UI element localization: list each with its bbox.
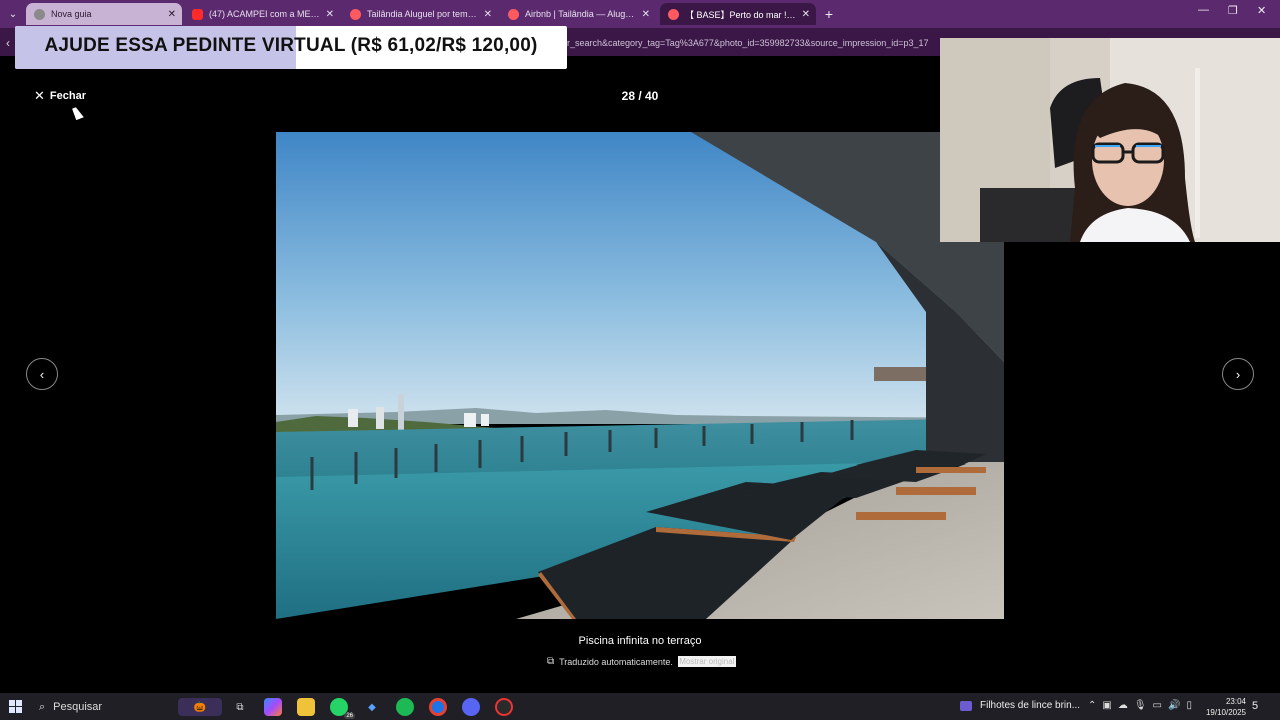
tab-airbnb-thailand-rentals[interactable]: Airbnb | Tailândia — Aluguéis ✕ <box>500 3 656 25</box>
airbnb-favicon-icon <box>350 8 361 20</box>
show-original-link[interactable]: Mostrar original <box>677 656 736 667</box>
display-icon[interactable]: ▭ <box>1153 700 1162 711</box>
listing-photo <box>276 132 1004 619</box>
discord-icon[interactable] <box>462 698 480 716</box>
cloud-icon[interactable]: ☁ <box>1118 700 1128 711</box>
translation-notice: ⧉ Traduzido automaticamente. Mostrar ori… <box>547 656 736 667</box>
system-tray: ⌃ ▣ ☁ 🎙 ▭ 🔊 ▯ <box>1088 700 1192 711</box>
task-view-icon[interactable]: ⧉ <box>231 698 249 716</box>
url-text[interactable]: r_search&category_tag=Tag%3A677&photo_id… <box>567 38 929 48</box>
file-explorer-icon[interactable] <box>297 698 315 716</box>
tab-title: Nova guia <box>51 9 92 19</box>
tab-title: (47) ACAMPEI com a MELHOR <box>209 9 322 19</box>
search-icon: ⌕ <box>39 700 46 713</box>
taskbar-search-label: Pesquisar <box>53 701 103 713</box>
close-icon: ✕ <box>34 88 45 103</box>
obs-icon[interactable] <box>495 698 513 716</box>
close-tab-icon[interactable]: ✕ <box>168 9 176 20</box>
battery-icon[interactable]: ▯ <box>1186 700 1192 711</box>
chevron-left-icon: ‹ <box>39 366 45 382</box>
tab-title: Tailândia Aluguel por temporada <box>367 9 480 19</box>
new-tab-button[interactable]: + <box>820 5 838 23</box>
close-window-icon[interactable]: ✕ <box>1257 4 1266 17</box>
donation-goal-text: AJUDE ESSA PEDINTE VIRTUAL (R$ 61,02/R$ … <box>44 35 538 56</box>
translate-icon: ⧉ <box>547 656 555 667</box>
notification-center-icon[interactable]: 5 <box>1252 700 1258 712</box>
copilot-icon[interactable] <box>264 698 282 716</box>
tab-youtube[interactable]: (47) ACAMPEI com a MELHOR ✕ <box>184 3 340 25</box>
restore-icon[interactable]: ❐ <box>1228 4 1238 17</box>
spotify-icon[interactable] <box>396 698 414 716</box>
app-icon[interactable]: ◆ <box>363 698 381 716</box>
webcam-overlay <box>940 38 1280 242</box>
youtube-favicon-icon <box>192 8 203 20</box>
airbnb-favicon-icon <box>668 8 679 20</box>
next-photo-button[interactable]: › <box>1222 358 1254 390</box>
volume-icon[interactable]: 🔊 <box>1168 700 1180 711</box>
clock-time: 23:04 <box>1225 697 1246 706</box>
system-clock[interactable]: 23:04 19/10/2025 <box>1196 696 1246 718</box>
tab-base-listing[interactable]: 【 BASE】Perto do mar ! Tarifa e ✕ <box>660 3 816 25</box>
tab-search-menu-icon[interactable]: ⌄ <box>4 5 22 23</box>
tab-airbnb-thailand-rental[interactable]: Tailândia Aluguel por temporada ✕ <box>342 3 498 25</box>
notification-count: 5 <box>1252 700 1259 712</box>
infinity-pool-image <box>276 132 1004 619</box>
tray-app-icon[interactable]: ▣ <box>1102 700 1111 711</box>
news-icon <box>960 700 972 711</box>
airbnb-favicon-icon <box>508 8 519 20</box>
clock-date: 19/10/2025 <box>1205 708 1246 717</box>
tab-title: Airbnb | Tailândia — Aluguéis <box>525 9 638 19</box>
news-text: Filhotes de lince brin... <box>980 700 1081 711</box>
mouse-cursor-icon <box>72 105 84 121</box>
chevron-up-icon[interactable]: ⌃ <box>1088 700 1096 711</box>
previous-photo-button[interactable]: ‹ <box>26 358 58 390</box>
close-label: Fechar <box>49 90 86 102</box>
close-tab-icon[interactable]: ✕ <box>326 9 334 20</box>
windows-start-icon[interactable] <box>9 700 22 713</box>
halloween-widget-icon[interactable]: 🎃 <box>178 698 222 716</box>
whatsapp-badge: 26 <box>344 713 355 719</box>
translated-label: Traduzido automaticamente. <box>559 656 673 667</box>
close-tab-icon[interactable]: ✕ <box>484 9 492 20</box>
new-tab-favicon-icon <box>34 8 45 20</box>
close-tab-icon[interactable]: ✕ <box>802 9 810 20</box>
tab-title: 【 BASE】Perto do mar ! Tarifa e <box>685 9 798 20</box>
minimize-icon[interactable]: — <box>1198 4 1209 16</box>
taskbar-search[interactable]: ⌕ Pesquisar <box>33 696 173 718</box>
donation-goal-banner: AJUDE ESSA PEDINTE VIRTUAL (R$ 61,02/R$ … <box>15 26 567 69</box>
close-button[interactable]: ✕ Fechar <box>34 88 86 104</box>
news-widget[interactable]: Filhotes de lince brin... <box>960 700 1080 711</box>
microphone-icon[interactable]: 🎙 <box>1134 700 1147 711</box>
photo-counter: 28 / 40 <box>621 89 659 103</box>
tab-nova-guia[interactable]: Nova guia ✕ <box>26 3 182 25</box>
back-arrow-icon[interactable]: ‹ <box>6 36 10 50</box>
photo-caption: Piscina infinita no terraço <box>578 635 702 647</box>
chevron-right-icon: › <box>1235 366 1241 382</box>
browser-tab-strip: ⌄ Nova guia ✕ (47) ACAMPEI com a MELHOR … <box>0 0 1280 28</box>
webcam-feed-image <box>940 38 1280 242</box>
whatsapp-icon[interactable]: 26 <box>330 698 355 719</box>
close-tab-icon[interactable]: ✕ <box>642 9 650 20</box>
chrome-icon[interactable] <box>429 698 447 716</box>
